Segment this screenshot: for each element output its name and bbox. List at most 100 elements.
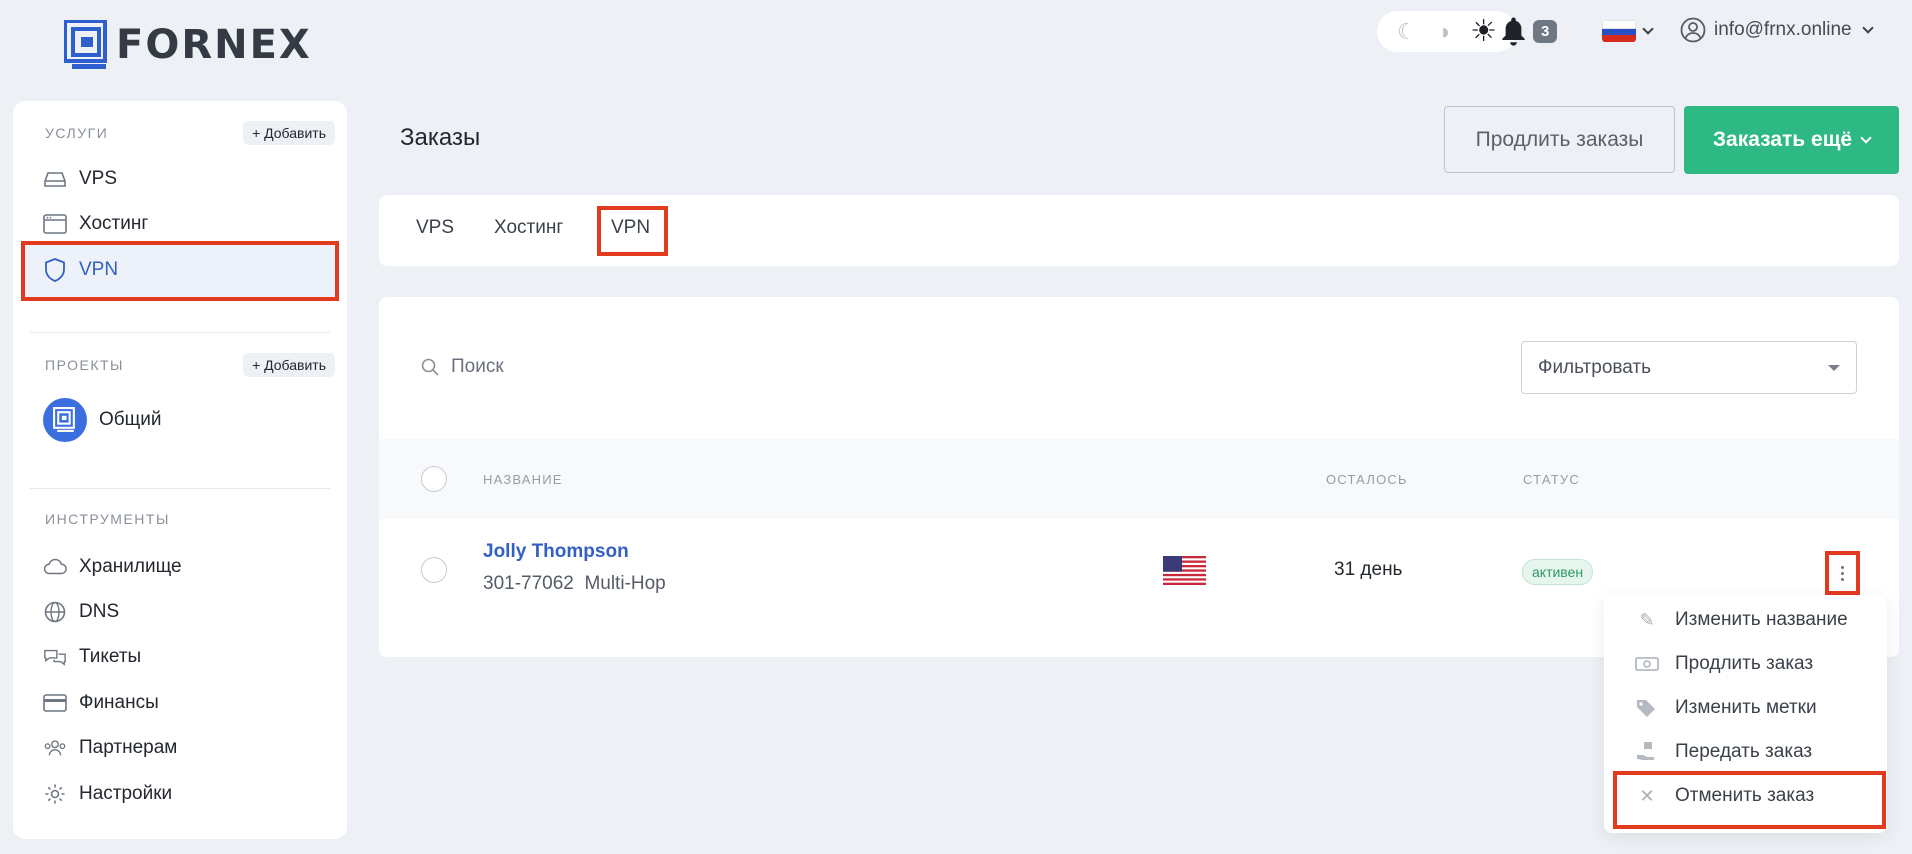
sidebar-item-label: DNS xyxy=(79,601,120,622)
select-all-checkbox[interactable] xyxy=(421,466,447,492)
bell-icon xyxy=(1502,17,1525,46)
sidebar-item-tickets[interactable]: Тикеты xyxy=(43,645,141,669)
add-service-button[interactable]: + Добавить xyxy=(243,121,335,145)
projects-title: Проекты xyxy=(45,357,124,373)
sidebar-item-partners[interactable]: Партнерам xyxy=(43,736,177,760)
chevron-down-icon xyxy=(1861,22,1874,34)
filter-select[interactable]: Фильтровать xyxy=(1521,341,1857,394)
browser-window-icon xyxy=(43,212,67,236)
projects-section-header: Проекты + Добавить xyxy=(45,353,335,377)
auto-theme-icon[interactable]: ◑ xyxy=(1437,20,1450,43)
table-header: Название Осталось Статус xyxy=(379,439,1899,519)
order-id: 301-77062 xyxy=(483,573,574,594)
us-flag-icon xyxy=(1163,556,1206,585)
order-more-button[interactable]: Заказать ещё xyxy=(1684,106,1899,174)
sidebar-divider xyxy=(30,488,330,489)
menu-item-edit-tags[interactable]: Изменить метки xyxy=(1635,697,1817,719)
order-name-link[interactable]: Jolly Thompson xyxy=(483,541,629,563)
search-bar[interactable] xyxy=(421,356,751,378)
notification-count-badge: 3 xyxy=(1533,19,1558,43)
tab-vps[interactable]: VPS xyxy=(416,217,454,239)
sidebar-item-settings[interactable]: Настройки xyxy=(43,782,172,806)
sun-icon[interactable]: ☀ xyxy=(1470,16,1497,47)
user-email: info@frnx.online xyxy=(1714,19,1852,40)
sidebar-item-label: Общий xyxy=(99,409,162,430)
user-circle-icon xyxy=(1680,17,1706,43)
tab-hosting[interactable]: Хостинг xyxy=(494,217,563,239)
page-title: Заказы xyxy=(400,124,481,151)
services-section-header: Услуги + Добавить xyxy=(45,121,335,145)
sidebar-item-vps[interactable]: VPS xyxy=(43,167,117,191)
fornex-logo[interactable]: FORNEX xyxy=(64,20,312,70)
sidebar-item-label: Партнерам xyxy=(79,737,178,758)
gear-icon xyxy=(43,782,67,806)
sidebar-item-label: Финансы xyxy=(79,692,159,713)
menu-item-rename[interactable]: ✎ Изменить название xyxy=(1635,609,1848,631)
sidebar: Услуги + Добавить VPS Хостинг VPN Проект… xyxy=(13,101,347,839)
menu-item-label: Продлить заказ xyxy=(1675,653,1814,674)
column-header-left: Осталось xyxy=(1326,472,1408,487)
renew-orders-button[interactable]: Продлить заказы xyxy=(1444,106,1675,173)
sidebar-item-storage[interactable]: Хранилище xyxy=(43,555,182,579)
sidebar-item-finance[interactable]: Финансы xyxy=(43,691,159,715)
notifications[interactable]: 3 xyxy=(1500,16,1558,46)
russia-flag-icon xyxy=(1602,20,1636,42)
menu-item-label: Передать заказ xyxy=(1675,741,1813,762)
sidebar-item-label: Настройки xyxy=(79,783,173,804)
tools-title: Инструменты xyxy=(45,511,170,527)
logo-text: FORNEX xyxy=(116,22,312,68)
tab-vpn-highlight-box xyxy=(597,206,668,256)
menu-item-label: Изменить метки xyxy=(1675,697,1817,718)
row-actions-button[interactable] xyxy=(1825,551,1860,595)
sidebar-item-dns[interactable]: DNS xyxy=(43,600,119,624)
user-menu[interactable]: info@frnx.online xyxy=(1680,17,1874,43)
add-project-button[interactable]: + Добавить xyxy=(243,353,335,377)
search-icon xyxy=(421,358,439,376)
chevron-down-icon xyxy=(1642,23,1654,35)
fornex-logo-icon xyxy=(64,20,107,69)
money-icon xyxy=(1635,653,1659,675)
sidebar-item-vpn[interactable]: VPN xyxy=(43,258,118,282)
order-more-label: Заказать ещё xyxy=(1712,128,1853,151)
sidebar-item-hosting[interactable]: Хостинг xyxy=(43,212,148,236)
sidebar-item-project-general[interactable]: Общий xyxy=(43,398,162,442)
shield-icon xyxy=(43,258,67,282)
sidebar-item-label: Тикеты xyxy=(79,646,142,667)
menu-item-transfer[interactable]: Передать заказ xyxy=(1635,741,1812,763)
globe-icon xyxy=(43,600,67,624)
menu-item-renew[interactable]: Продлить заказ xyxy=(1635,653,1813,675)
chat-bubbles-icon xyxy=(43,645,67,669)
chevron-down-icon xyxy=(1860,132,1872,144)
server-icon xyxy=(43,167,67,191)
column-header-status: Статус xyxy=(1523,472,1580,487)
kebab-menu-icon xyxy=(1841,565,1844,569)
cancel-order-highlight-box xyxy=(1613,771,1886,829)
order-type: Multi-Hop xyxy=(584,573,666,594)
caret-down-icon xyxy=(1828,364,1840,371)
people-icon xyxy=(43,736,67,760)
tools-section-header: Инструменты xyxy=(45,511,335,527)
time-left: 31 день xyxy=(1334,559,1403,580)
language-selector[interactable] xyxy=(1602,20,1654,42)
column-header-name: Название xyxy=(483,472,563,487)
credit-card-icon xyxy=(43,691,67,715)
row-checkbox[interactable] xyxy=(421,557,447,583)
sidebar-item-label: VPS xyxy=(79,168,118,189)
moon-icon[interactable]: ☾ xyxy=(1397,20,1417,43)
status-badge: активен xyxy=(1522,559,1594,585)
sidebar-item-label: VPN xyxy=(79,259,119,280)
order-details: 301-77062 Multi-Hop xyxy=(483,573,666,595)
sidebar-item-label: Хостинг xyxy=(79,213,149,234)
search-input[interactable] xyxy=(451,356,751,378)
filter-placeholder: Фильтровать xyxy=(1538,356,1652,378)
menu-item-label: Изменить название xyxy=(1675,609,1848,630)
theme-switch[interactable]: ☾ ◑ ☀ xyxy=(1377,11,1517,52)
edit-icon: ✎ xyxy=(1639,609,1655,630)
tags-icon xyxy=(1635,697,1659,719)
cloud-icon xyxy=(43,555,67,579)
services-title: Услуги xyxy=(45,125,109,141)
hand-transfer-icon xyxy=(1635,741,1659,763)
project-logo-icon xyxy=(43,398,87,442)
sidebar-divider xyxy=(30,332,330,333)
sidebar-item-label: Хранилище xyxy=(79,556,182,577)
